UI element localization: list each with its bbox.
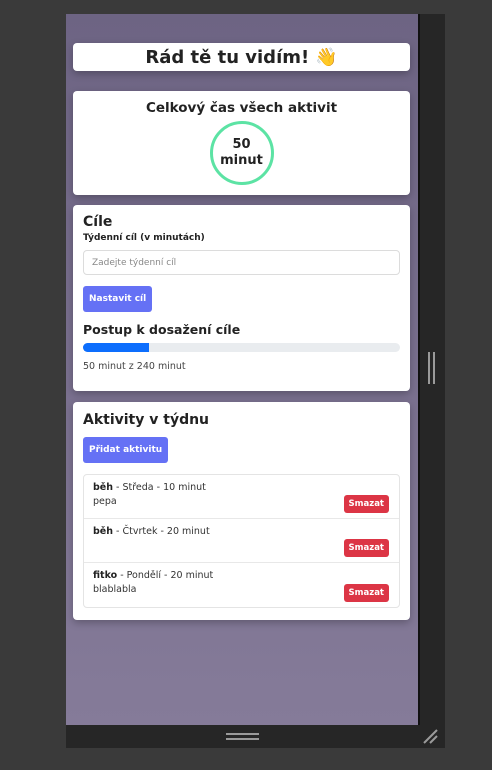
greeting-text: Rád tě tu vidím! xyxy=(145,46,310,68)
total-time-unit: minut xyxy=(220,153,263,168)
activities-card: Aktivity v týdnu Přidat aktivitu běh - S… xyxy=(73,402,410,620)
delete-button[interactable]: Smazat xyxy=(343,584,389,602)
activity-item: běh - Středa - 10 minut pepa Smazat xyxy=(84,475,399,519)
activity-meta: - Středa - 10 minut xyxy=(113,482,206,493)
resize-handle-horizontal[interactable] xyxy=(226,733,259,741)
progress-text: 50 minut z 240 minut xyxy=(83,361,186,372)
greeting-card: Rád tě tu vidím! 👋 xyxy=(73,43,410,71)
waving-hand-icon: 👋 xyxy=(315,46,338,68)
activity-item: běh - Čtvrtek - 20 minut Smazat xyxy=(84,519,399,563)
delete-button[interactable]: Smazat xyxy=(343,539,389,557)
activity-item: fitko - Pondělí - 20 minut blablabla Sma… xyxy=(84,563,399,607)
resize-handle-vertical[interactable] xyxy=(428,352,435,384)
resize-corner-icon[interactable] xyxy=(420,726,440,746)
activity-name: fitko xyxy=(93,570,118,581)
goal-progress-fill xyxy=(83,343,150,352)
goals-card: Cíle Týdenní cíl (v minutách) Zadejte tý… xyxy=(73,205,410,391)
total-time-circle: 50 minut xyxy=(209,121,274,185)
add-activity-button[interactable]: Přidat aktivitu xyxy=(83,437,169,463)
goals-title: Cíle xyxy=(83,214,113,230)
total-time-title: Celkový čas všech aktivit xyxy=(145,100,338,116)
delete-button[interactable]: Smazat xyxy=(343,495,389,513)
weekly-goal-input[interactable]: Zadejte týdenní cíl xyxy=(83,250,400,275)
total-time-card: Celkový čas všech aktivit 50 minut xyxy=(73,91,410,195)
weekly-goal-label: Týdenní cíl (v minutách) xyxy=(83,233,205,243)
activity-name: běh xyxy=(93,526,114,537)
goal-progress-bar xyxy=(83,343,400,352)
activities-title: Aktivity v týdnu xyxy=(83,412,210,428)
activity-list: běh - Středa - 10 minut pepa Smazat běh … xyxy=(83,474,400,608)
activity-meta: - Čtvrtek - 20 minut xyxy=(113,526,210,537)
progress-title: Postup k dosažení cíle xyxy=(83,322,241,337)
total-time-value: 50 xyxy=(232,137,251,152)
activity-name: běh xyxy=(93,482,114,493)
set-goal-button[interactable]: Nastavit cíl xyxy=(83,286,153,312)
activity-meta: - Pondělí - 20 minut xyxy=(117,570,214,581)
